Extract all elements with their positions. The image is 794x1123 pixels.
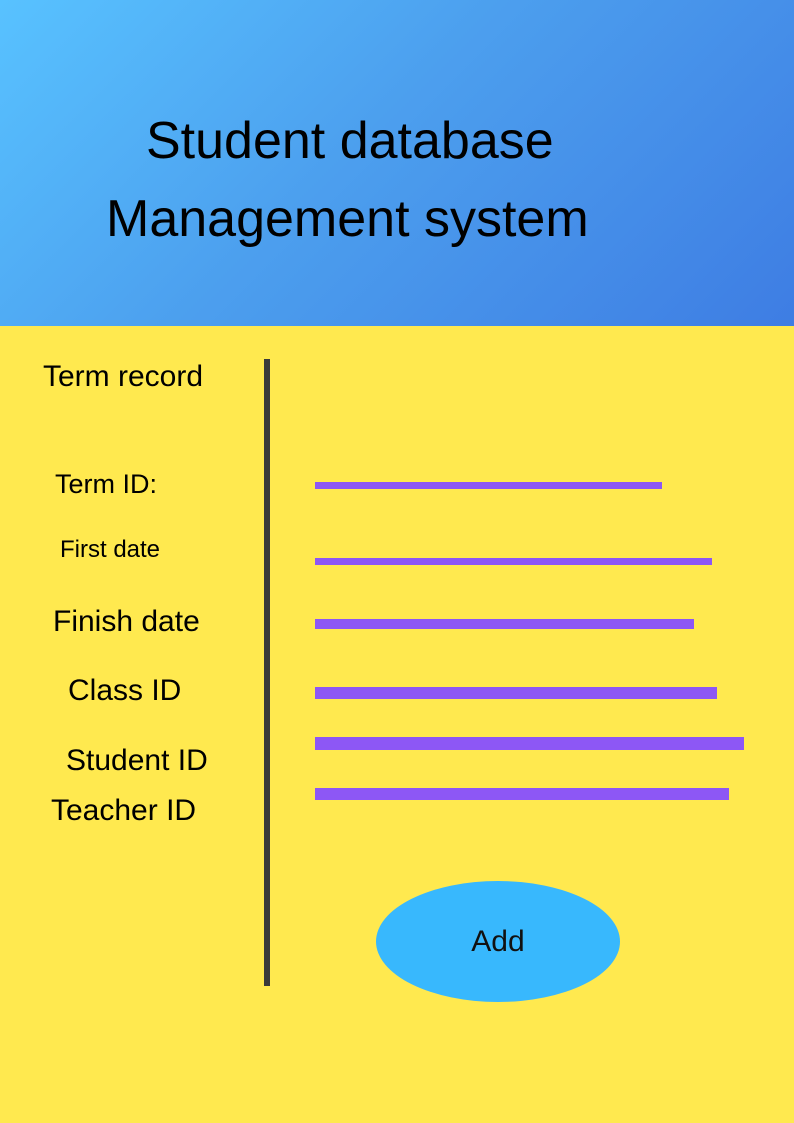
student-id-label: Student ID (66, 744, 208, 777)
teacher-id-field[interactable] (315, 788, 729, 800)
class-id-label: Class ID (68, 674, 182, 707)
page-title-line-1: Student database (146, 112, 554, 170)
header-banner: Student database Management system (0, 0, 794, 326)
vertical-divider (264, 359, 270, 986)
term-id-label: Term ID: (55, 469, 158, 499)
first-date-label: First date (60, 536, 161, 563)
first-date-field[interactable] (315, 558, 712, 565)
term-id-field[interactable] (315, 482, 662, 489)
add-button[interactable]: Add (376, 881, 620, 1002)
finish-date-label: Finish date (53, 605, 200, 638)
add-button-label: Add (471, 924, 525, 958)
student-id-field[interactable] (315, 737, 744, 750)
finish-date-field[interactable] (315, 619, 694, 629)
page-title-line-2: Management system (106, 190, 589, 248)
teacher-id-label: Teacher ID (51, 794, 197, 827)
class-id-field[interactable] (315, 687, 717, 699)
section-title: Term record (43, 360, 204, 393)
